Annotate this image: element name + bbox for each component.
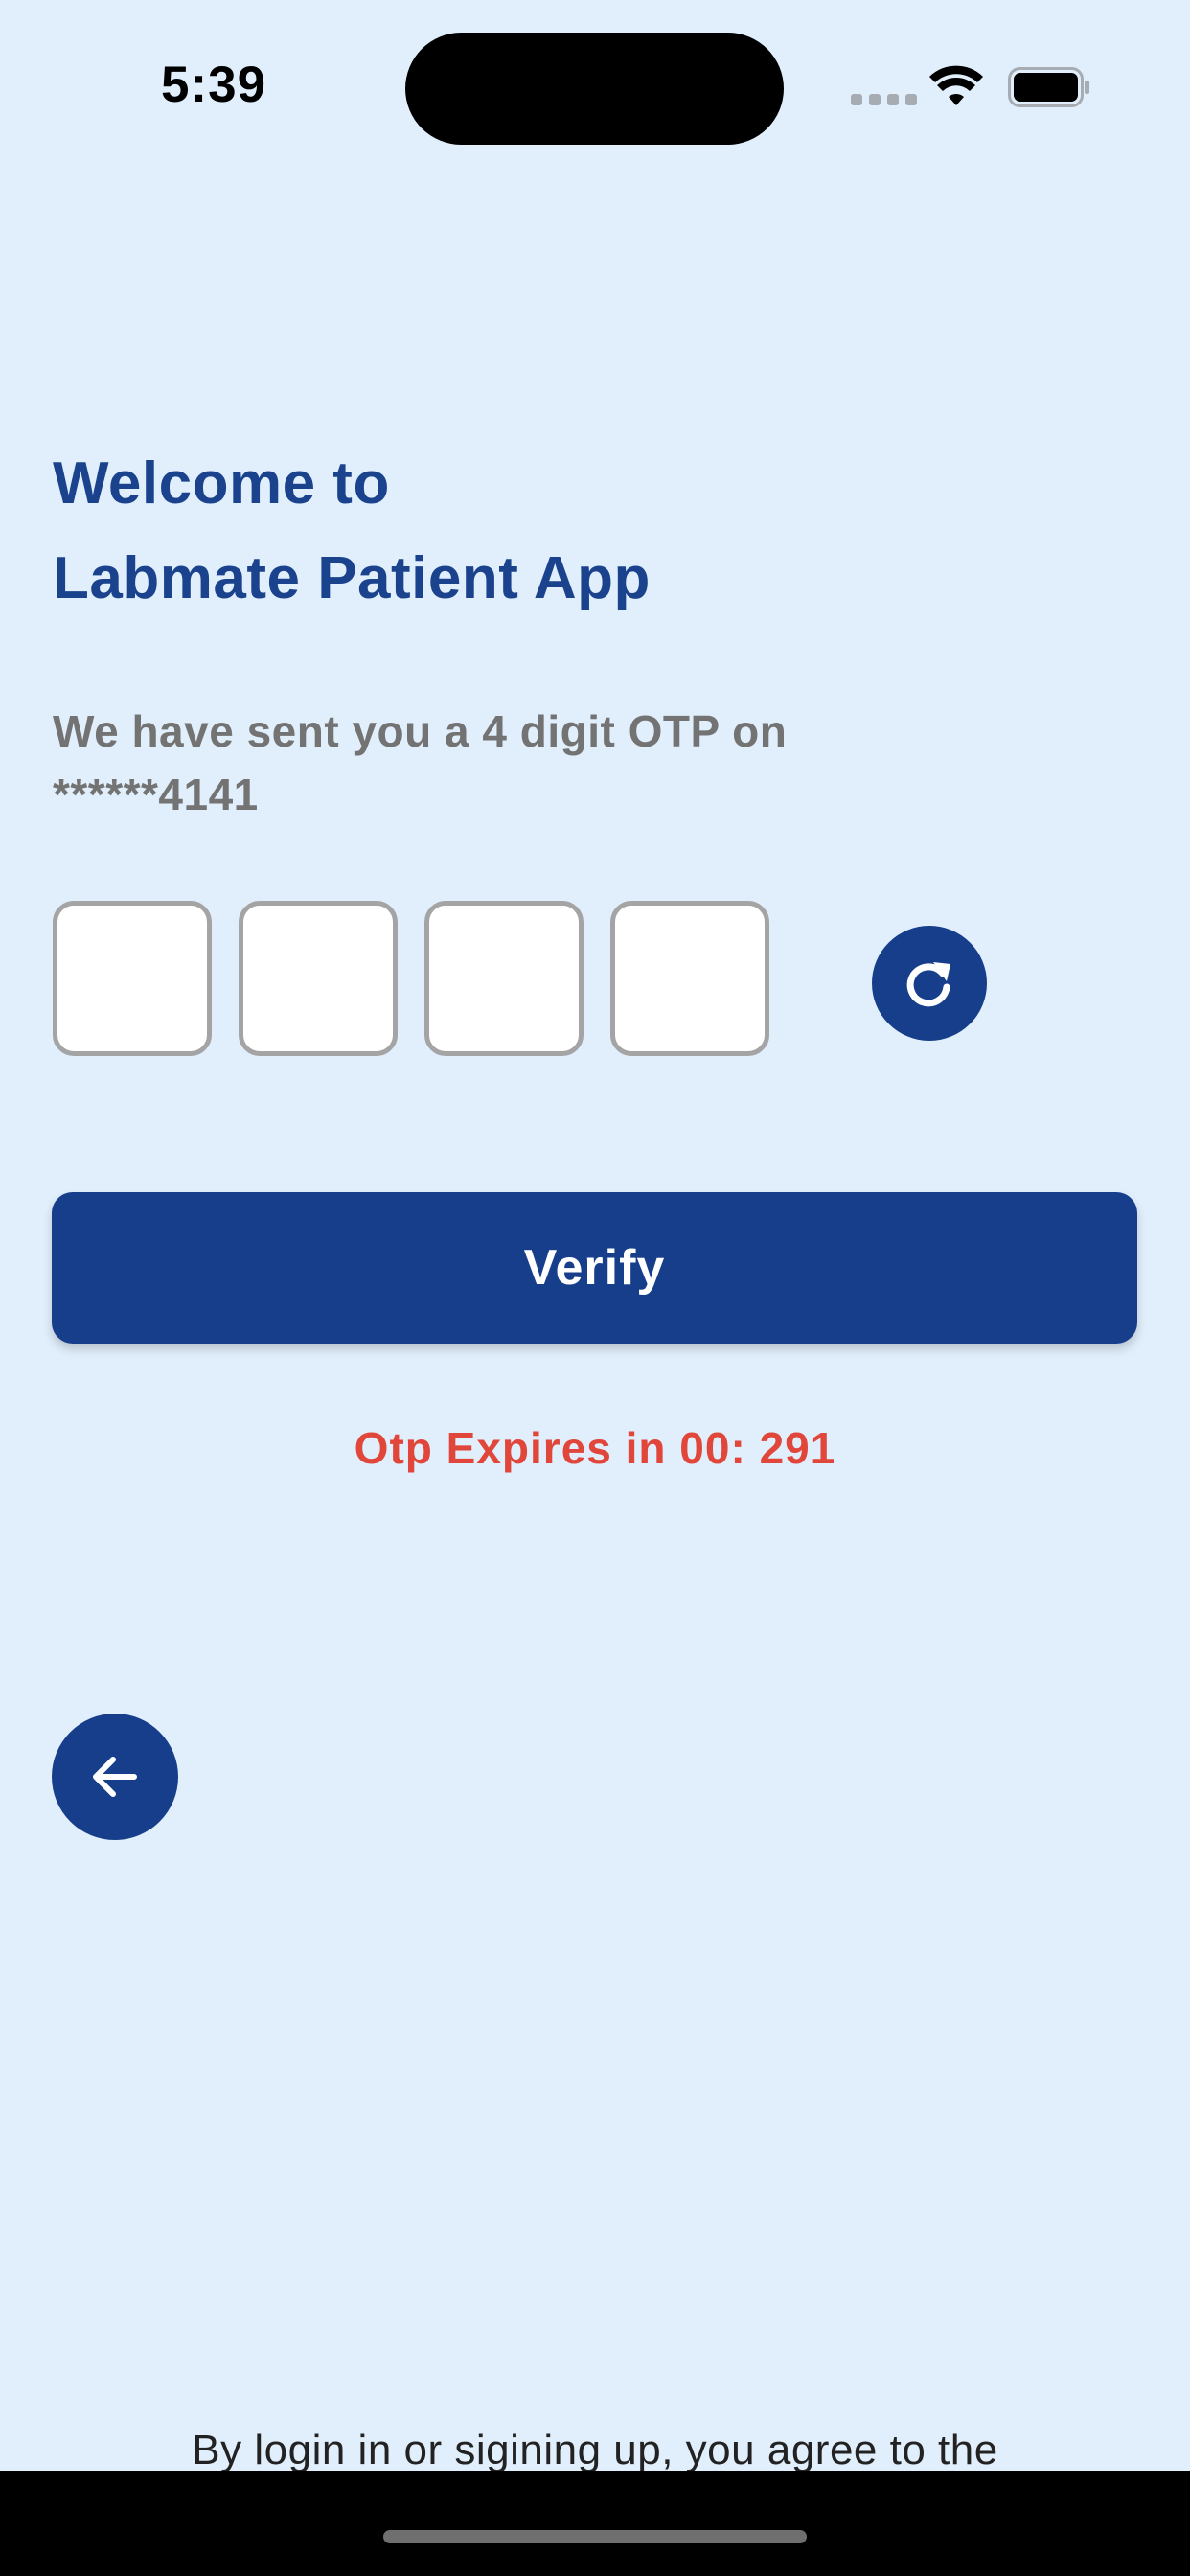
refresh-icon — [906, 962, 950, 1007]
wifi-icon — [929, 65, 983, 105]
resend-otp-button[interactable] — [872, 926, 987, 1041]
home-indicator[interactable] — [383, 2530, 807, 2543]
arrow-left-icon — [93, 1757, 137, 1797]
otp-input-group — [53, 901, 769, 1056]
otp-digit-3-input[interactable] — [424, 901, 584, 1056]
otp-digit-2-input[interactable] — [239, 901, 398, 1056]
dynamic-island — [405, 33, 784, 145]
back-button[interactable] — [52, 1714, 178, 1840]
otp-digit-1-input[interactable] — [53, 901, 212, 1056]
verify-button[interactable]: Verify — [52, 1192, 1137, 1344]
verify-button-label: Verify — [523, 1240, 666, 1296]
otp-sent-message-line-1: We have sent you a 4 digit OTP on — [53, 706, 788, 756]
otp-sent-message: We have sent you a 4 digit OTP on ******… — [53, 700, 915, 826]
title-line-2: Labmate Patient App — [53, 545, 651, 611]
cellular-signal-icon — [851, 94, 917, 105]
otp-expiry-timer: Otp Expires in 00: 291 — [354, 1423, 836, 1473]
page-title: Welcome to Labmate Patient App — [53, 436, 651, 626]
masked-phone-number: ******4141 — [53, 770, 259, 819]
battery-icon — [1008, 67, 1089, 107]
otp-digit-4-input[interactable] — [610, 901, 769, 1056]
title-line-1: Welcome to — [53, 450, 390, 517]
terms-text: By login in or sigining up, you agree to… — [192, 2426, 998, 2473]
status-bar-time: 5:39 — [161, 57, 267, 113]
bottom-bar — [0, 2471, 1190, 2576]
